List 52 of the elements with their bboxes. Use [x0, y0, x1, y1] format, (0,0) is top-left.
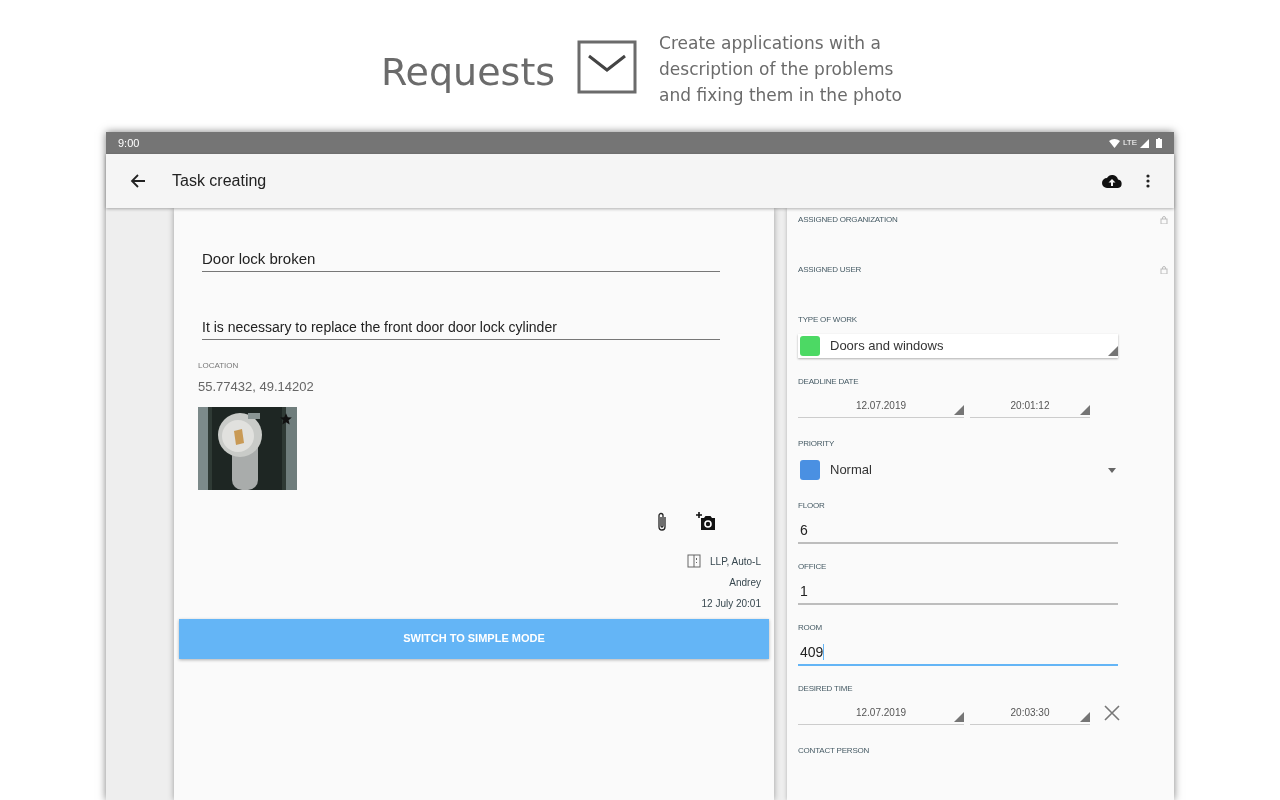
dropdown-arrow-icon: [1108, 468, 1116, 473]
select-field[interactable]: Normal: [798, 458, 1118, 482]
author-name: Andrey: [729, 575, 761, 590]
page-title: Requests: [380, 49, 556, 96]
text-field[interactable]: 409: [798, 640, 1118, 666]
building-icon: [687, 554, 701, 568]
dropdown-corner-icon: [1080, 712, 1090, 722]
dropdown-corner-icon: [1108, 346, 1118, 356]
toolbar-title: Task creating: [172, 171, 267, 191]
dropdown-corner-icon: [1080, 405, 1090, 415]
location-value: 55.77432, 49.14202: [198, 378, 315, 396]
network-type: LTE: [1122, 137, 1137, 149]
status-time: 9:00: [118, 135, 140, 151]
battery-icon: [1156, 138, 1162, 148]
field-label: FLOOR: [798, 500, 826, 512]
field-label: ASSIGNED ORGANIZATION: [798, 214, 898, 226]
field-label: DEADLINE DATE: [798, 376, 860, 388]
signal-icon: [1140, 138, 1149, 148]
location-label: LOCATION: [198, 360, 240, 372]
select-field[interactable]: Doors and windows: [798, 334, 1118, 358]
time-picker[interactable]: 20:01:12: [970, 398, 1090, 418]
field-label: ROOM: [798, 622, 824, 634]
dropdown-corner-icon: [954, 405, 964, 415]
text-cursor: [823, 644, 825, 660]
text-field[interactable]: 1: [798, 579, 1118, 605]
close-icon[interactable]: [1104, 705, 1120, 721]
created-date: 12 July 20:01: [701, 596, 761, 611]
field-label: ASSIGNED USER: [798, 264, 862, 276]
organization-name: LLP, Auto-L: [710, 554, 761, 569]
time-picker[interactable]: 20:03:30: [970, 705, 1090, 725]
text-field[interactable]: 6: [798, 518, 1118, 544]
add-camera-icon[interactable]: [696, 511, 716, 530]
date-picker[interactable]: 12.07.2019: [798, 705, 964, 725]
envelope-icon: [577, 40, 638, 94]
field-label: DESIRED TIME: [798, 683, 854, 695]
wifi-icon: [1108, 138, 1120, 148]
star-icon[interactable]: [279, 411, 293, 426]
field-label: PRIORITY: [798, 438, 836, 450]
description-field[interactable]: It is necessary to replace the front door door lock cylinder: [202, 316, 720, 340]
lock-icon: [1160, 266, 1168, 274]
field-label: OFFICE: [798, 561, 828, 573]
lock-icon: [1160, 216, 1168, 224]
dropdown-corner-icon: [954, 712, 964, 722]
paperclip-icon[interactable]: [656, 511, 668, 532]
cloud-upload-icon[interactable]: [1102, 174, 1122, 188]
field-label: CONTACT PERSON: [798, 745, 871, 757]
feature-description: Create applications with a description of the problems and fixing them in the photo: [659, 32, 904, 107]
more-options-icon[interactable]: [1146, 174, 1150, 188]
field-label: TYPE OF WORK: [798, 314, 858, 326]
back-arrow-icon[interactable]: [130, 173, 146, 189]
title-field[interactable]: Door lock broken: [202, 248, 720, 272]
date-picker[interactable]: 12.07.2019: [798, 398, 964, 418]
